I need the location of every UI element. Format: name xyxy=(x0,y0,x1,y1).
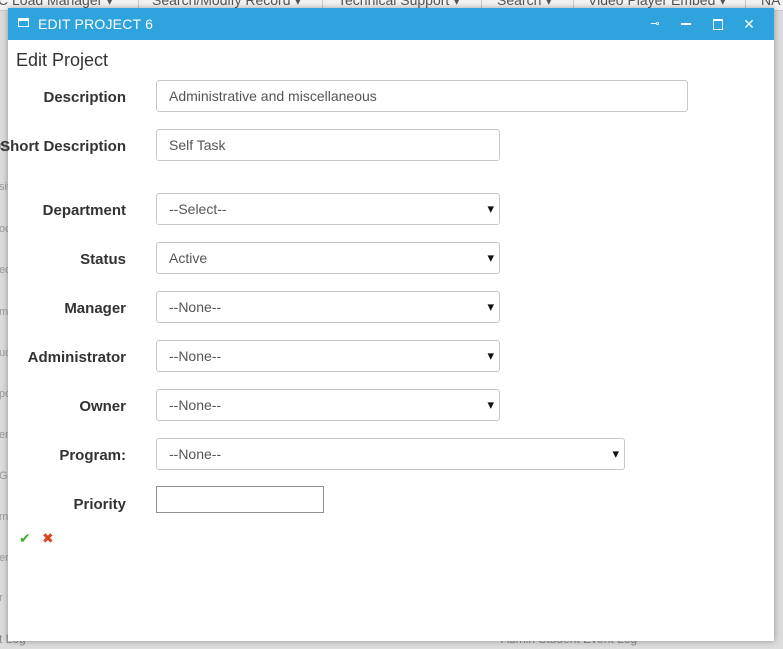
priority-label: Priority xyxy=(73,496,126,513)
owner-select[interactable]: --None-- xyxy=(156,389,500,421)
department-label: Department xyxy=(42,202,126,219)
checkmark-icon[interactable]: ✔ xyxy=(19,530,31,547)
manager-label: Manager xyxy=(64,300,126,317)
manager-select[interactable]: --None-- xyxy=(156,291,500,323)
owner-label: Owner xyxy=(79,398,126,415)
maximize-icon[interactable] xyxy=(708,14,728,34)
administrator-label: Administrator xyxy=(27,349,126,366)
program-select-value: --None-- xyxy=(169,446,222,462)
description-input[interactable]: Administrative and miscellaneous xyxy=(156,80,688,112)
manager-select-value: --None-- xyxy=(169,299,222,315)
status-label: Status xyxy=(80,251,126,268)
department-select[interactable]: --Select-- xyxy=(156,193,500,225)
cross-icon[interactable]: ✖ xyxy=(42,530,54,547)
window-icon xyxy=(18,18,29,27)
bg-fragment: r xyxy=(0,592,3,604)
department-select-value: --Select-- xyxy=(169,201,227,217)
program-select[interactable]: --None-- xyxy=(156,438,625,470)
program-label: Program: xyxy=(59,447,126,464)
pin-icon[interactable]: ⊸ xyxy=(645,14,665,34)
description-label: Description xyxy=(43,89,126,106)
short-description-input[interactable]: Self Task xyxy=(156,129,500,161)
owner-select-value: --None-- xyxy=(169,397,222,413)
dialog-title: EDIT PROJECT 6 xyxy=(38,16,154,32)
administrator-select-value: --None-- xyxy=(169,348,222,364)
administrator-select[interactable]: --None-- xyxy=(156,340,500,372)
dialog-titlebar[interactable]: EDIT PROJECT 6 ⊸ ✕ xyxy=(8,8,774,40)
close-icon[interactable]: ✕ xyxy=(739,14,759,34)
short-description-label: Short Description xyxy=(0,138,126,155)
form-heading: Edit Project xyxy=(16,50,109,70)
status-select[interactable]: Active xyxy=(156,242,500,274)
status-select-value: Active xyxy=(169,250,208,266)
edit-project-dialog: EDIT PROJECT 6 ⊸ ✕ Edit Project Descript… xyxy=(0,8,774,641)
bg-menu-na: NA xyxy=(761,0,781,8)
priority-input[interactable] xyxy=(156,486,324,513)
minimize-icon[interactable] xyxy=(676,14,696,34)
